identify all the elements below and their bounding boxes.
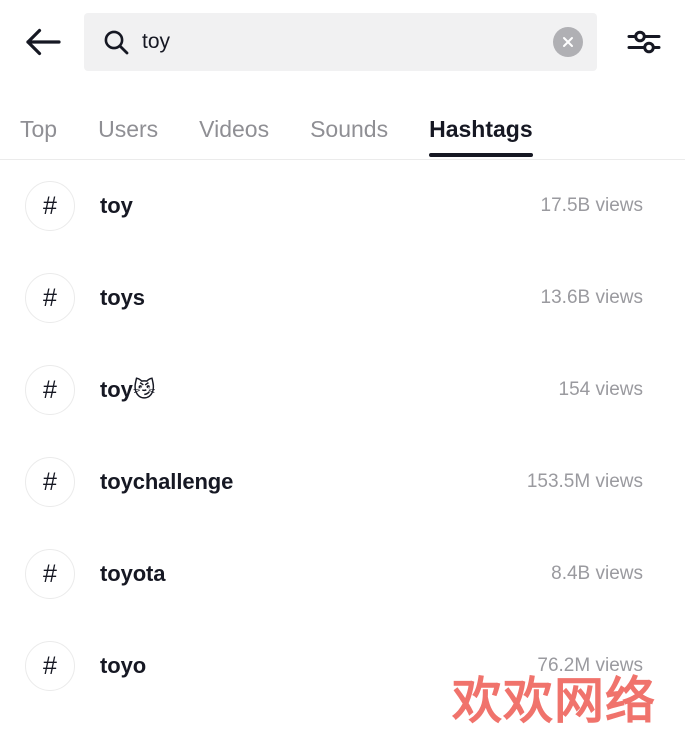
search-tab-bar: Top Users Videos Sounds Hashtags	[0, 84, 685, 160]
hashtag-name: toyo	[100, 653, 147, 678]
tab-videos[interactable]: Videos	[199, 84, 269, 160]
list-item[interactable]: # toyota 8.4B views	[0, 528, 685, 620]
hashtag-view-count: 154 views	[558, 379, 644, 400]
hashtag-view-count: 8.4B views	[551, 563, 643, 584]
hashtag-name: toychallenge	[100, 469, 234, 494]
hashtag-icon: #	[25, 273, 75, 323]
tab-hashtags[interactable]: Hashtags	[429, 84, 533, 160]
tab-sounds[interactable]: Sounds	[310, 84, 388, 160]
hashtag-icon: #	[25, 365, 75, 415]
hashtag-icon: #	[25, 181, 75, 231]
hashtag-view-count: 76.2M views	[537, 655, 643, 676]
hashtag-view-count: 153.5M views	[526, 471, 643, 492]
hashtag-name: toyota	[100, 561, 166, 586]
hashtag-icon: #	[25, 641, 75, 691]
list-item[interactable]: # toy😼 154 views	[0, 344, 685, 436]
sliders-filter-icon	[627, 27, 661, 57]
arrow-left-icon	[25, 27, 61, 57]
hashtag-icon: #	[25, 549, 75, 599]
search-header	[0, 0, 685, 84]
search-box[interactable]	[84, 13, 597, 71]
hashtag-results-list: # toy 17.5B views # toys 13.6B views # t…	[0, 160, 685, 712]
hashtag-name: toys	[100, 285, 145, 310]
close-icon	[560, 34, 576, 50]
hashtag-icon: #	[25, 457, 75, 507]
filter-button[interactable]	[613, 13, 675, 71]
search-input[interactable]	[142, 27, 545, 57]
hashtag-view-count: 13.6B views	[540, 287, 643, 308]
hashtag-name: toy	[100, 193, 133, 218]
tab-top[interactable]: Top	[20, 84, 57, 160]
search-icon	[102, 28, 130, 56]
list-item[interactable]: # toy 17.5B views	[0, 160, 685, 252]
list-item[interactable]: # toys 13.6B views	[0, 252, 685, 344]
back-button[interactable]	[14, 13, 72, 71]
list-item[interactable]: # toyo 76.2M views	[0, 620, 685, 712]
hashtag-name: toy😼	[100, 377, 156, 402]
tab-users[interactable]: Users	[98, 84, 158, 160]
hashtag-view-count: 17.5B views	[540, 195, 643, 216]
clear-search-button[interactable]	[553, 27, 583, 57]
list-item[interactable]: # toychallenge 153.5M views	[0, 436, 685, 528]
